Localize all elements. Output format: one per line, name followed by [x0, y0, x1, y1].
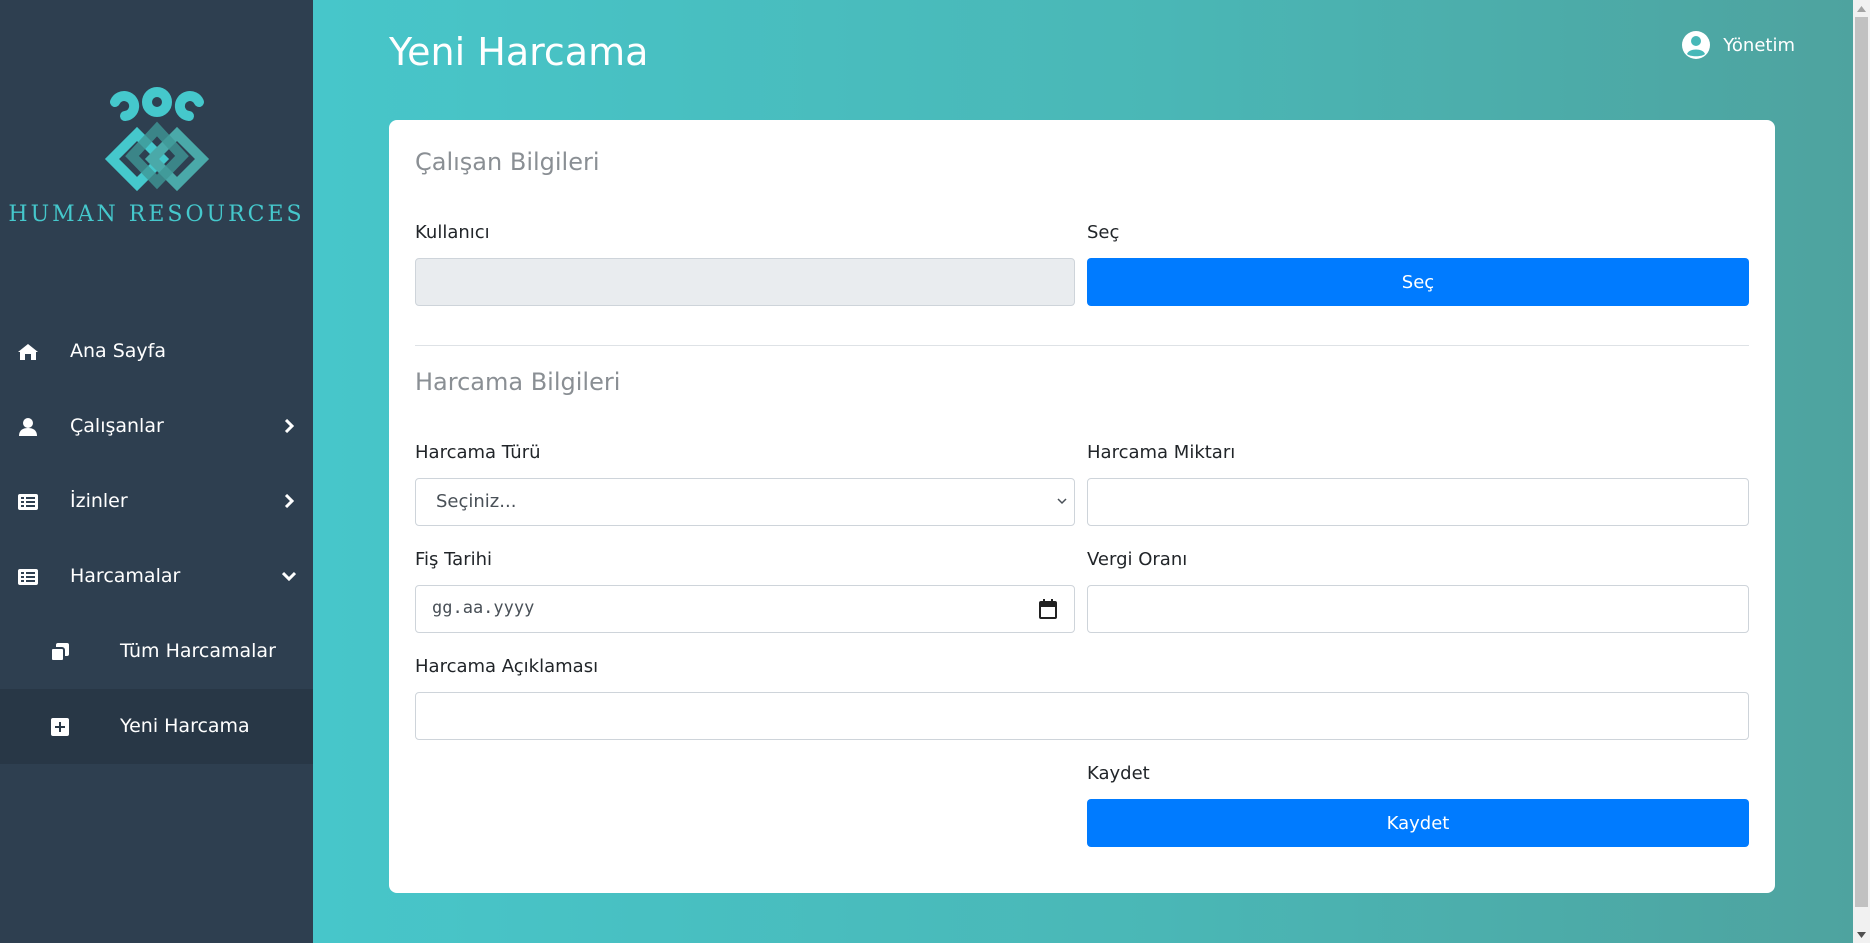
- expense-description-input[interactable]: [415, 692, 1749, 740]
- expense-type-label: Harcama Türü: [415, 442, 541, 463]
- expense-type-selected: Seçiniz...: [436, 491, 517, 512]
- section-divider: [415, 345, 1749, 346]
- sidebar-item-label: Yeni Harcama: [120, 715, 250, 737]
- sidebar-item-izinler[interactable]: İzinler: [0, 464, 313, 539]
- list-icon: [16, 491, 40, 513]
- tax-rate-label: Vergi Oranı: [1087, 549, 1188, 570]
- sidebar-item-tum-harcamalar[interactable]: Tüm Harcamalar: [0, 614, 313, 689]
- user-field: [415, 258, 1075, 306]
- sidebar-item-label: Çalışanlar: [70, 415, 164, 437]
- sidebar: HUMAN RESOURCES Ana Sayfa Çalışanlar İzi…: [0, 0, 313, 943]
- calendar-icon[interactable]: [1038, 598, 1058, 620]
- main-content: Yeni Harcama Yönetim Çalışan Bilgileri K…: [313, 0, 1853, 943]
- home-icon: [16, 341, 40, 363]
- expense-amount-input[interactable]: [1087, 478, 1749, 526]
- user-field-label: Kullanıcı: [415, 222, 490, 243]
- chevron-right-icon: [279, 415, 299, 437]
- scrollbar[interactable]: [1853, 0, 1870, 943]
- user-menu[interactable]: Yönetim: [1681, 30, 1795, 60]
- logo[interactable]: HUMAN RESOURCES: [0, 84, 313, 234]
- sidebar-item-yeni-harcama[interactable]: Yeni Harcama: [0, 689, 313, 764]
- expense-description-label: Harcama Açıklaması: [415, 656, 599, 677]
- scroll-down-icon[interactable]: [1853, 926, 1870, 943]
- sidebar-item-label: İzinler: [70, 490, 128, 512]
- tax-rate-input[interactable]: [1087, 585, 1749, 633]
- form-card: Çalışan Bilgileri Kullanıcı Seç Seç Harc…: [389, 120, 1775, 893]
- employee-section-title: Çalışan Bilgileri: [415, 148, 600, 176]
- sidebar-item-label: Ana Sayfa: [70, 340, 167, 362]
- receipt-date-placeholder: gg.aa.yyyy: [432, 598, 535, 618]
- save-button[interactable]: Kaydet: [1087, 799, 1749, 847]
- chevron-right-icon: [279, 490, 299, 512]
- user-icon: [16, 416, 40, 438]
- sidebar-nav: Ana Sayfa Çalışanlar İzinler Harcamalar …: [0, 314, 313, 764]
- save-label: Kaydet: [1087, 763, 1150, 784]
- page-title: Yeni Harcama: [389, 30, 649, 74]
- scrollbar-thumb[interactable]: [1855, 17, 1868, 907]
- plus-square-icon: [48, 716, 72, 738]
- scroll-up-icon[interactable]: [1853, 0, 1870, 17]
- chevron-down-icon: [279, 565, 299, 587]
- select-user-button[interactable]: Seç: [1087, 258, 1749, 306]
- expense-amount-label: Harcama Miktarı: [1087, 442, 1236, 463]
- sidebar-item-calisanlar[interactable]: Çalışanlar: [0, 389, 313, 464]
- copy-icon: [48, 641, 72, 663]
- sidebar-item-label: Tüm Harcamalar: [120, 640, 276, 662]
- expense-section-title: Harcama Bilgileri: [415, 368, 621, 396]
- logo-text: HUMAN RESOURCES: [8, 202, 305, 227]
- user-name: Yönetim: [1723, 34, 1795, 56]
- user-circle-icon: [1682, 31, 1711, 59]
- receipt-date-input[interactable]: gg.aa.yyyy: [415, 585, 1075, 633]
- expense-type-select[interactable]: Seçiniz...: [415, 478, 1075, 526]
- chevron-down-icon: [1057, 498, 1067, 505]
- sidebar-item-ana-sayfa[interactable]: Ana Sayfa: [0, 314, 313, 389]
- sidebar-item-harcamalar[interactable]: Harcamalar: [0, 539, 313, 614]
- list-icon: [16, 566, 40, 588]
- receipt-date-label: Fiş Tarihi: [415, 549, 493, 570]
- logo-icon: [104, 87, 209, 192]
- sidebar-item-label: Harcamalar: [70, 565, 181, 587]
- select-label: Seç: [1087, 222, 1120, 243]
